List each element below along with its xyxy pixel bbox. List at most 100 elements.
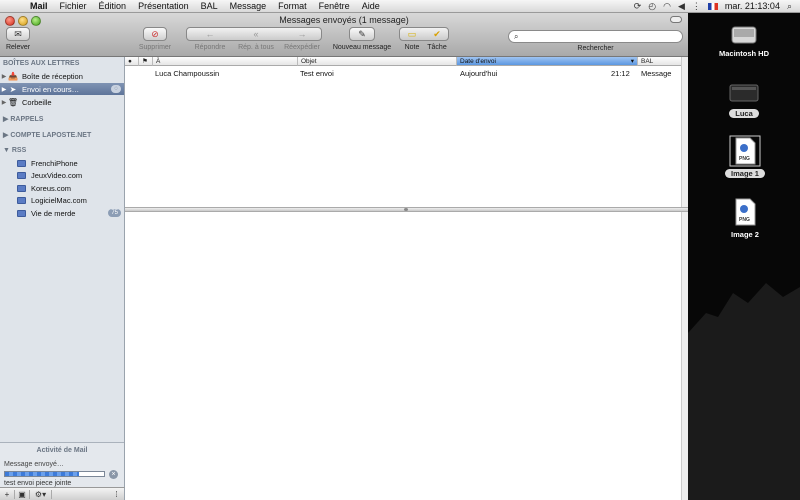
mountain-wallpaper: [688, 283, 800, 500]
mailbox-corbeille[interactable]: ▶ 🗑 Corbeille: [0, 96, 124, 108]
reply-icon: ←: [205, 29, 215, 39]
dots-icon[interactable]: ⋮: [692, 1, 701, 12]
rep-tous-label: Rép. à tous: [238, 44, 274, 51]
volume-icon[interactable]: ◀: [678, 1, 685, 12]
menu-message[interactable]: Message: [224, 1, 273, 11]
supprimer-button[interactable]: ⊘ Supprimer: [138, 27, 172, 51]
mailbox-envoi-en-cours[interactable]: ▶ ➤ Envoi en cours… ◌: [0, 83, 124, 95]
png-file-icon: PNG: [729, 135, 761, 167]
list-scrollbar[interactable]: [681, 57, 688, 207]
sync-icon[interactable]: ⟳: [634, 1, 642, 12]
col-header-read[interactable]: ●: [125, 57, 139, 66]
rss-feed-frenchiphone[interactable]: FrenchiPhone: [0, 157, 124, 169]
disclosure-triangle-icon[interactable]: ▶: [0, 99, 8, 106]
toolbar-toggle-button[interactable]: [670, 16, 682, 23]
french-flag-icon[interactable]: [707, 2, 718, 10]
repondre-button[interactable]: ← Répondre: [188, 27, 232, 51]
menu-fenetre[interactable]: Fenêtre: [313, 1, 356, 11]
disclosure-triangle-icon[interactable]: ▶: [0, 86, 8, 93]
col-header-to[interactable]: À: [153, 57, 298, 66]
rss-feed-vie-de-merde[interactable]: Vie de merde 75: [0, 207, 124, 219]
menu-presentation[interactable]: Présentation: [132, 1, 195, 11]
resize-handle-icon[interactable]: ⁞: [109, 490, 124, 499]
search-icon: ⌕: [514, 32, 519, 41]
preview-scrollbar[interactable]: [681, 212, 688, 500]
rss-feed-label: FrenchiPhone: [31, 158, 78, 168]
relever-button[interactable]: ✉ Relever: [4, 27, 32, 51]
desktop-item-label: Luca: [729, 109, 759, 118]
supprimer-label: Supprimer: [138, 44, 172, 51]
wifi-icon[interactable]: ◠: [663, 1, 671, 12]
menu-mail[interactable]: Mail: [24, 1, 54, 11]
activity-progress-bar: [4, 471, 105, 477]
inbox-icon: 📥: [8, 71, 18, 81]
menu-bal[interactable]: BAL: [195, 1, 224, 11]
tache-button[interactable]: ✔ Tâche: [425, 27, 449, 52]
sidebar-footer: + ▣ ⚙▾ ⁞: [0, 487, 125, 500]
png-file-icon: PNG: [735, 198, 756, 226]
action-menu-button[interactable]: ⚙▾: [30, 489, 52, 499]
section-rss[interactable]: ▼ RSS: [3, 147, 26, 154]
rep-tous-button[interactable]: « Rép. à tous: [234, 27, 278, 51]
menu-aide[interactable]: Aide: [356, 1, 386, 11]
stop-icon[interactable]: ×: [109, 470, 118, 479]
desktop-item-label: Image 1: [725, 169, 765, 178]
rss-icon: [17, 196, 26, 204]
rss-feed-label: JeuxVideo.com: [31, 170, 83, 180]
mailbox-boite-reception[interactable]: ▶ 📥 Boîte de réception: [0, 70, 124, 82]
mailbox-label: Envoi en cours…: [22, 84, 80, 94]
mailbox-label: Boîte de réception: [22, 71, 83, 81]
rss-icon: [17, 159, 26, 167]
desktop-item-image-1[interactable]: PNG Image 1: [722, 135, 768, 178]
hard-drive-icon: [731, 26, 757, 44]
activity-file: test envoi piece jointe: [4, 480, 72, 487]
unread-count-badge: 75: [108, 209, 121, 217]
rss-feed-label: Vie de merde: [31, 208, 76, 218]
menu-edition[interactable]: Édition: [93, 1, 133, 11]
add-mailbox-button[interactable]: +: [0, 489, 15, 499]
menu-format[interactable]: Format: [272, 1, 313, 11]
rss-feed-jeuxvideo[interactable]: JeuxVideo.com: [0, 169, 124, 181]
menubar-clock[interactable]: mar. 21:13:04: [725, 1, 780, 11]
row-time: 21:12: [611, 69, 630, 78]
rss-icon: [17, 171, 26, 179]
window-titlebar: Messages envoyés (1 message) ✉ Relever ⊘…: [0, 13, 688, 57]
rss-feed-koreus[interactable]: Koreus.com: [0, 182, 124, 194]
mail-window: Messages envoyés (1 message) ✉ Relever ⊘…: [0, 13, 688, 500]
note-button[interactable]: ▭ Note: [400, 27, 424, 52]
col-header-subject[interactable]: Objet: [298, 57, 457, 66]
time-machine-icon[interactable]: ◴: [648, 1, 656, 12]
section-rappels[interactable]: ▶ RAPPELS: [3, 115, 43, 123]
disclosure-triangle-icon[interactable]: ▶: [0, 73, 8, 80]
svg-text:PNG: PNG: [739, 156, 750, 162]
menu-fichier[interactable]: Fichier: [54, 1, 93, 11]
desktop-item-image-2[interactable]: PNG Image 2: [722, 196, 768, 239]
forward-icon: →: [297, 29, 307, 39]
delete-icon: ⊘: [143, 27, 167, 41]
checkmark-icon: ✔: [433, 28, 441, 39]
svg-text:PNG: PNG: [739, 217, 750, 223]
mailbox-sidebar: BOÎTES AUX LETTRES ▶ 📥 Boîte de réceptio…: [0, 57, 125, 500]
compose-icon: ✎: [349, 27, 375, 41]
message-preview-pane: [125, 212, 681, 500]
search-input[interactable]: ⌕: [508, 30, 683, 43]
trash-icon: 🗑: [7, 97, 19, 107]
message-list: ● ⚑ À Objet Date d'envoi ▾ BAL Luca Cham…: [125, 57, 688, 207]
rss-feed-logicielmac[interactable]: LogicielMac.com: [0, 194, 124, 206]
nouveau-message-button[interactable]: ✎ Nouveau message: [330, 27, 394, 51]
rss-feed-label: Koreus.com: [31, 183, 72, 193]
section-compte[interactable]: ▶ COMPTE LAPOSTE.NET: [3, 131, 91, 139]
reexpedier-button[interactable]: → Réexpédier: [280, 27, 324, 51]
activity-progress-fill: [5, 472, 80, 476]
col-header-date[interactable]: Date d'envoi ▾: [457, 57, 638, 66]
section-rss-label: RSS: [11, 147, 27, 154]
drive-icon: [729, 84, 759, 102]
desktop-item-luca[interactable]: Luca: [718, 81, 770, 118]
spotlight-search-icon[interactable]: ⌕: [787, 1, 792, 12]
show-photos-button[interactable]: ▣: [15, 489, 30, 499]
col-header-flag[interactable]: ⚑: [139, 57, 153, 66]
desktop-item-macintosh-hd[interactable]: Macintosh HD: [708, 21, 780, 58]
menu-bar: Mail Fichier Édition Présentation BAL Me…: [0, 0, 800, 13]
row-date: Aujourd'hui: [460, 69, 498, 78]
window-title: Messages envoyés (1 message): [279, 15, 409, 25]
